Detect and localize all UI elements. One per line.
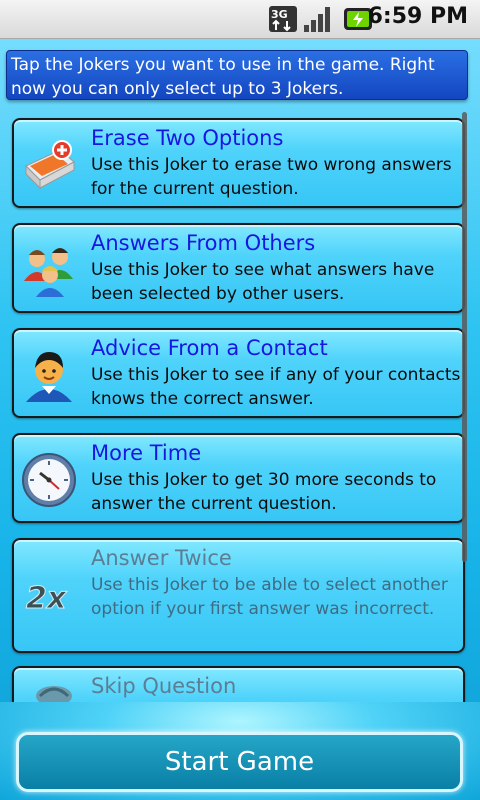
joker-description: Use this Joker to erase two wrong answer… bbox=[91, 155, 452, 199]
eraser-delete-icon bbox=[25, 140, 75, 190]
status-time: 6:59 PM bbox=[367, 4, 468, 29]
joker-description: Use this Joker to see if any of your con… bbox=[91, 365, 461, 409]
skip-icon bbox=[36, 686, 72, 702]
start-game-button[interactable]: Start Game bbox=[16, 732, 463, 792]
joker-item-more-time[interactable]: More Time Use this Joker to get 30 more … bbox=[12, 433, 465, 523]
contact-person-icon bbox=[26, 352, 72, 402]
joker-item-advice-from-a-contact[interactable]: Advice From a Contact Use this Joker to … bbox=[12, 328, 465, 418]
joker-description: Use this Joker to see what answers have … bbox=[91, 260, 435, 304]
joker-item-skip-question[interactable]: Skip Question bbox=[12, 666, 465, 702]
status-bar: 3G 6:59 PM bbox=[0, 0, 480, 39]
clock-icon bbox=[22, 453, 76, 507]
svg-text:2x: 2x bbox=[26, 581, 68, 616]
joker-title: Advice From a Contact bbox=[91, 336, 328, 360]
network-3g-icon: 3G bbox=[269, 6, 297, 32]
joker-item-erase-two-options[interactable]: Erase Two Options Use this Joker to eras… bbox=[12, 118, 465, 208]
joker-description: Use this Joker to get 30 more seconds to… bbox=[91, 470, 437, 514]
joker-item-answer-twice[interactable]: 2x Answer Twice Use this Joker to be abl… bbox=[12, 538, 465, 653]
joker-title: Erase Two Options bbox=[91, 126, 284, 150]
joker-title: More Time bbox=[91, 441, 202, 465]
joker-item-answers-from-others[interactable]: Answers From Others Use this Joker to se… bbox=[12, 223, 465, 313]
joker-title: Answer Twice bbox=[91, 546, 232, 570]
list-scrollbar[interactable] bbox=[462, 112, 467, 562]
instructions-banner: Tap the Jokers you want to use in the ga… bbox=[6, 50, 468, 100]
joker-description: Use this Joker to be able to select anot… bbox=[91, 575, 448, 619]
bottom-bar: Start Game bbox=[0, 702, 480, 800]
signal-strength-icon bbox=[304, 7, 330, 32]
joker-list[interactable]: Erase Two Options Use this Joker to eras… bbox=[0, 110, 480, 702]
joker-title: Answers From Others bbox=[91, 231, 316, 255]
joker-title: Skip Question bbox=[91, 674, 237, 698]
svg-text:3G: 3G bbox=[271, 8, 288, 21]
two-x-icon: 2x bbox=[26, 581, 69, 617]
people-group-icon bbox=[24, 248, 73, 297]
